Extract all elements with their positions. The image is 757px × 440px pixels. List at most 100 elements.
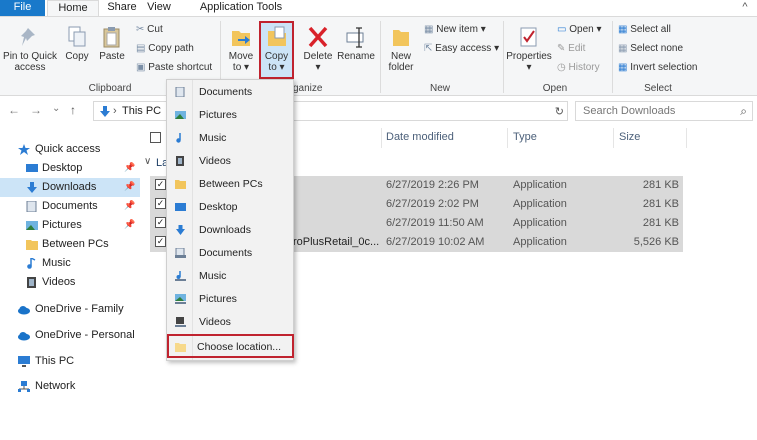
history-button[interactable]: ◷ History (557, 62, 600, 74)
nav-desktop[interactable]: Desktop 📌 (0, 159, 140, 178)
menu-item-between-pcs[interactable]: Between PCs (167, 173, 293, 196)
row-checkbox[interactable]: ✓ (155, 217, 166, 228)
nav-pictures[interactable]: Pictures 📌 (0, 216, 140, 235)
nav-label: Downloads (42, 181, 97, 193)
open-label: Open ▾ (569, 24, 602, 35)
file-date: 6/27/2019 2:02 PM (386, 198, 479, 210)
onedrive-icon (18, 306, 30, 315)
new-group-label: New (429, 83, 450, 94)
rename-button[interactable]: Rename (337, 25, 375, 62)
paste-button[interactable]: Paste (97, 25, 127, 62)
easy-access-button[interactable]: ⇱ Easy access ▾ (424, 43, 499, 55)
edit-button[interactable]: ✎ Edit (557, 43, 585, 55)
menu-item-label: Documents (199, 86, 253, 98)
tab-home[interactable]: Home (47, 0, 99, 16)
cut-button[interactable]: ✂ Cut (136, 24, 163, 36)
history-label: History (568, 62, 600, 73)
copy-to-button[interactable]: Copy to ▾ (261, 25, 292, 73)
tab-share[interactable]: Share (104, 0, 140, 16)
menu-item-label: Music (199, 270, 227, 282)
row-checkbox[interactable]: ✓ (155, 198, 166, 209)
menu-item-videos[interactable]: Videos (167, 150, 293, 173)
nav-onedrive-personal[interactable]: OneDrive - Personal (0, 326, 140, 345)
properties-button[interactable]: Properties ▾ (505, 25, 553, 73)
menu-item-downloads[interactable]: Downloads (167, 219, 293, 242)
recent-locations-icon[interactable]: ⌄ (52, 103, 60, 114)
nav-this-pc[interactable]: This PC (0, 352, 140, 371)
tab-application-tools[interactable]: Application Tools (194, 0, 288, 16)
new-item-label: New item ▾ (436, 24, 486, 35)
copy-path-button[interactable]: ▤ Copy path (136, 43, 194, 55)
menu-item-library-music[interactable]: Music (167, 265, 293, 288)
desktop-icon (26, 164, 38, 172)
menu-item-desktop[interactable]: Desktop (167, 196, 293, 219)
file-name: roPlusRetail_0c... (293, 236, 380, 248)
column-header-date[interactable]: Date modified (386, 131, 454, 143)
menu-item-pictures[interactable]: Pictures (167, 104, 293, 127)
new-item-icon: ▦ (424, 24, 434, 35)
pin-to-quick-access-button[interactable]: Pin to Quick access (2, 25, 58, 73)
computer-icon (18, 356, 30, 367)
select-all-icon: ▦ (618, 24, 628, 35)
nav-music[interactable]: Music (0, 254, 140, 273)
row-checkbox[interactable]: ✓ (155, 236, 166, 247)
move-to-button[interactable]: Move to ▾ (226, 25, 256, 73)
file-type: Application (513, 217, 567, 229)
navigation-pane: Quick access Desktop 📌 Downloads 📌 Docum… (0, 126, 140, 440)
search-icon: ⌕ (740, 104, 747, 118)
select-all-button[interactable]: ▦ Select all (618, 24, 671, 36)
new-folder-button[interactable]: New folder (385, 25, 417, 73)
pin-icon: 📌 (124, 181, 136, 191)
menu-item-library-documents[interactable]: Documents (167, 242, 293, 265)
tab-file[interactable]: File (0, 0, 45, 16)
row-checkbox[interactable]: ✓ (155, 179, 166, 190)
nav-label: Desktop (42, 162, 83, 174)
paste-shortcut-button[interactable]: ▣ Paste shortcut (136, 62, 212, 74)
delete-button[interactable]: Delete ▾ (302, 25, 334, 73)
onedrive-icon (18, 332, 30, 341)
move-to-label-1: Move (228, 51, 254, 62)
menu-item-music[interactable]: Music (167, 127, 293, 150)
up-icon[interactable]: ↑ (70, 103, 76, 117)
select-all-checkbox[interactable] (150, 132, 161, 143)
menu-item-label: Pictures (199, 109, 237, 121)
column-separator (507, 128, 508, 148)
pin-icon: 📌 (124, 200, 136, 210)
search-box[interactable]: Search Downloads ⌕ (575, 101, 753, 121)
invert-selection-button[interactable]: ▦ Invert selection (618, 62, 698, 74)
search-input[interactable]: Search Downloads (583, 105, 675, 117)
refresh-icon[interactable]: ↻ (555, 105, 564, 118)
nav-network[interactable]: Network (0, 377, 140, 396)
pin-label-2: access (14, 62, 46, 73)
menu-item-library-pictures[interactable]: Pictures (167, 288, 293, 311)
file-date: 6/27/2019 2:26 PM (386, 179, 479, 191)
forward-icon[interactable]: → (30, 103, 42, 117)
open-button[interactable]: ▭ Open ▾ (557, 24, 602, 36)
group-chevron-icon[interactable]: ∨ (144, 156, 151, 167)
column-header-type[interactable]: Type (513, 131, 537, 143)
select-none-button[interactable]: ▦ Select none (618, 43, 683, 55)
menu-item-documents[interactable]: Documents (167, 81, 293, 104)
nav-between-pcs[interactable]: Between PCs (0, 235, 140, 254)
menu-item-label: Desktop (199, 201, 238, 213)
column-header-size[interactable]: Size (619, 131, 640, 143)
menu-item-library-videos[interactable]: Videos (167, 311, 293, 334)
nav-label: OneDrive - Personal (35, 329, 135, 341)
new-folder-label-1: New (390, 51, 411, 62)
back-icon[interactable]: ← (8, 103, 20, 117)
nav-onedrive-family[interactable]: OneDrive - Family (0, 300, 140, 319)
nav-downloads[interactable]: Downloads 📌 (0, 178, 140, 197)
new-item-button[interactable]: ▦ New item ▾ (424, 24, 486, 36)
scissors-icon: ✂ (136, 24, 145, 35)
nav-videos[interactable]: Videos (0, 273, 140, 292)
nav-quick-access[interactable]: Quick access (0, 140, 140, 159)
expand-ribbon-icon[interactable]: ^ (738, 0, 752, 16)
copy-button[interactable]: Copy (62, 25, 92, 62)
pin-icon (21, 28, 35, 46)
tab-view[interactable]: View (141, 0, 177, 16)
nav-documents[interactable]: Documents 📌 (0, 197, 140, 216)
file-date: 6/27/2019 11:50 AM (386, 217, 484, 229)
address-bar[interactable]: › This PC ↻ (93, 101, 568, 121)
file-size: 281 KB (642, 179, 679, 191)
nav-label: OneDrive - Family (35, 303, 124, 315)
